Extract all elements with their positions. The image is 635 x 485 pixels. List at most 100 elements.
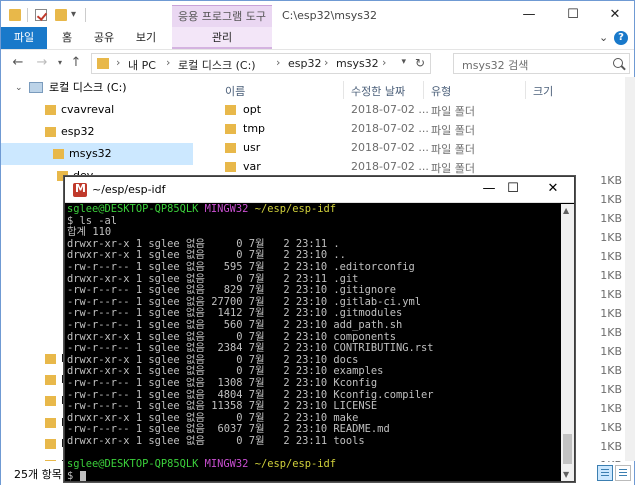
nav-item-esp32[interactable]: esp32 <box>1 121 193 143</box>
ls-entry-text: -rw-r--r-- 1 sglee 없음 11358 7월 2 23:10 L… <box>67 400 378 413</box>
column-header-date[interactable]: 수정한 날짜 <box>351 83 405 99</box>
address-dropdown-icon[interactable]: ▾ <box>401 57 406 67</box>
file-size: 1KB <box>600 440 622 453</box>
list-item[interactable]: usr 2018-07-02 ... 파일 폴더 <box>195 139 625 158</box>
file-size: 1KB <box>600 402 622 415</box>
prompt-path: ~/esp/esp-idf <box>254 458 337 471</box>
file-size: 1KB <box>600 326 622 339</box>
nav-item-cvavreval[interactable]: cvavreval <box>1 99 193 121</box>
list-item[interactable]: tmp 2018-07-02 ... 파일 폴더 <box>195 120 625 139</box>
search-icon <box>613 58 623 68</box>
column-divider[interactable] <box>525 81 526 99</box>
folder-icon <box>225 143 236 153</box>
nav-item-local-disk[interactable]: ⌄ 로컬 디스크 (C:) <box>1 77 193 99</box>
back-arrow-icon[interactable]: ← <box>9 54 27 72</box>
customize-quick-access-icon[interactable]: ▾ <box>71 9 76 20</box>
scroll-up-icon[interactable]: ▲ <box>563 206 569 215</box>
breadcrumb-separator: › <box>276 56 281 69</box>
toolbar-divider <box>27 8 28 22</box>
ls-entry-text: drwxr-xr-x 1 sglee 없음 0 7월 2 23:11 .git <box>67 272 359 285</box>
column-header-size[interactable]: 크기 <box>533 83 553 99</box>
refresh-icon[interactable]: ↻ <box>415 56 425 70</box>
file-type: 파일 폴더 <box>431 162 475 175</box>
file-type: 파일 폴더 <box>431 124 475 137</box>
file-size: 1KB <box>600 383 622 396</box>
file-date: 2018-07-02 ... <box>351 141 429 154</box>
ls-entry-text: -rw-r--r-- 1 sglee 없음 1308 7월 2 23:10 Kc… <box>67 376 378 389</box>
address-row: ← → ▾ ↑ › 내 PC › 로컬 디스크 (C:) › esp32 › m… <box>1 49 634 77</box>
properties-check-icon[interactable] <box>35 9 47 21</box>
terminal-close-button[interactable]: ✕ <box>533 177 573 203</box>
folder-icon <box>45 460 56 461</box>
scroll-thumb[interactable] <box>563 434 572 464</box>
large-icons-view-button[interactable] <box>615 465 631 481</box>
breadcrumb-separator: › <box>116 56 121 69</box>
tab-manage[interactable]: 관리 <box>172 27 272 49</box>
column-header-name[interactable]: 이름 <box>225 83 245 99</box>
ls-entry-text: drwxr-xr-x 1 sglee 없음 0 7월 2 23:11 tools <box>67 434 365 447</box>
toolbar-divider <box>85 8 86 22</box>
expand-ribbon-icon[interactable]: ⌄ <box>599 31 608 44</box>
file-size: 1KB <box>600 231 622 244</box>
file-size: 1KB <box>600 250 622 263</box>
list-item[interactable]: var 2018-07-02 ... 파일 폴더 <box>195 158 625 177</box>
chevron-down-icon[interactable]: ⌄ <box>15 77 23 99</box>
forward-arrow-icon[interactable]: → <box>33 54 51 72</box>
help-icon[interactable]: ? <box>614 31 628 45</box>
file-name: opt <box>243 103 262 116</box>
file-date: 2018-07-02 ... <box>351 122 429 135</box>
breadcrumb-this-pc[interactable]: 내 PC <box>128 57 156 73</box>
tab-home[interactable]: 홈 <box>53 27 81 49</box>
file-size: 1KB <box>600 212 622 225</box>
column-header-type[interactable]: 유형 <box>431 83 451 99</box>
column-headers: 이름 수정한 날짜 유형 크기 <box>195 79 625 101</box>
address-bar[interactable]: › 내 PC › 로컬 디스크 (C:) › esp32 › msys32 › … <box>91 53 431 74</box>
folder-icon <box>225 124 236 134</box>
file-size: 1KB <box>600 421 622 434</box>
nav-item-msys32[interactable]: msys32 <box>1 143 193 165</box>
list-item[interactable]: opt 2018-07-02 ... 파일 폴더 <box>195 101 625 120</box>
new-folder-icon[interactable] <box>55 9 67 21</box>
ls-entry-text: -rw-r--r-- 1 sglee 없음 27700 7월 2 23:10 .… <box>67 295 421 308</box>
terminal-maximize-button[interactable]: ☐ <box>493 177 533 203</box>
terminal-output[interactable]: sglee@DESKTOP-QP85QLK MINGW32 ~/esp/esp-… <box>67 204 561 481</box>
ls-entry-text: drwxr-xr-x 1 sglee 없음 0 7월 2 23:10 examp… <box>67 365 384 378</box>
mingw-icon <box>73 182 87 197</box>
tab-file[interactable]: 파일 <box>1 27 47 49</box>
tab-share[interactable]: 공유 <box>89 27 119 49</box>
drive-icon <box>29 82 43 93</box>
text-cursor <box>79 470 86 481</box>
prompt-path: ~/esp/esp-idf <box>254 204 337 215</box>
ls-entry-text: -rw-r--r-- 1 sglee 없음 1412 7월 2 23:10 .g… <box>67 307 403 320</box>
prompt-user: sglee@DESKTOP-QP85QLK <box>67 458 199 471</box>
terminal-scrollbar[interactable]: ▲ ▼ <box>561 204 574 481</box>
nav-item-label: 로컬 디스크 (C:) <box>49 81 127 94</box>
folder-icon <box>53 149 64 159</box>
terminal-titlebar: ~/esp/esp-idf — ☐ ✕ <box>65 177 574 203</box>
column-divider[interactable] <box>343 81 344 99</box>
up-arrow-icon[interactable]: ↑ <box>67 54 85 72</box>
scroll-down-icon[interactable]: ▼ <box>563 470 569 479</box>
ls-entry-text: -rw-r--r-- 1 sglee 없음 4804 7월 2 23:10 Kc… <box>67 388 434 401</box>
breadcrumb-esp32[interactable]: esp32 <box>288 57 321 70</box>
folder-icon <box>45 396 56 406</box>
file-date: 2018-07-02 ... <box>351 103 429 116</box>
details-view-button[interactable] <box>597 465 613 481</box>
file-list-scrollbar[interactable] <box>625 77 635 461</box>
folder-icon <box>45 375 56 385</box>
breadcrumb-separator: › <box>382 56 387 69</box>
tab-view[interactable]: 보기 <box>129 27 163 49</box>
breadcrumb-local-disk[interactable]: 로컬 디스크 (C:) <box>178 57 256 73</box>
ls-entry: drwxr-xr-x 1 sglee 없음 0 7월 2 23:11 tools <box>67 434 561 448</box>
folder-icon <box>45 418 56 428</box>
input-prompt: $ <box>67 469 80 481</box>
nav-item-label: cvavreval <box>61 103 115 116</box>
file-size: 1KB <box>600 364 622 377</box>
column-divider[interactable] <box>423 81 424 99</box>
context-tab-app-tools: 응용 프로그램 도구 <box>172 5 272 27</box>
breadcrumb-msys32[interactable]: msys32 <box>336 57 379 70</box>
file-size: 1KB <box>600 307 622 320</box>
ls-entry-text: drwxr-xr-x 1 sglee 없음 0 7월 2 23:10 compo… <box>67 330 396 343</box>
search-input[interactable]: msys32 검색 <box>453 53 630 74</box>
nav-item-label: msys32 <box>69 147 112 160</box>
